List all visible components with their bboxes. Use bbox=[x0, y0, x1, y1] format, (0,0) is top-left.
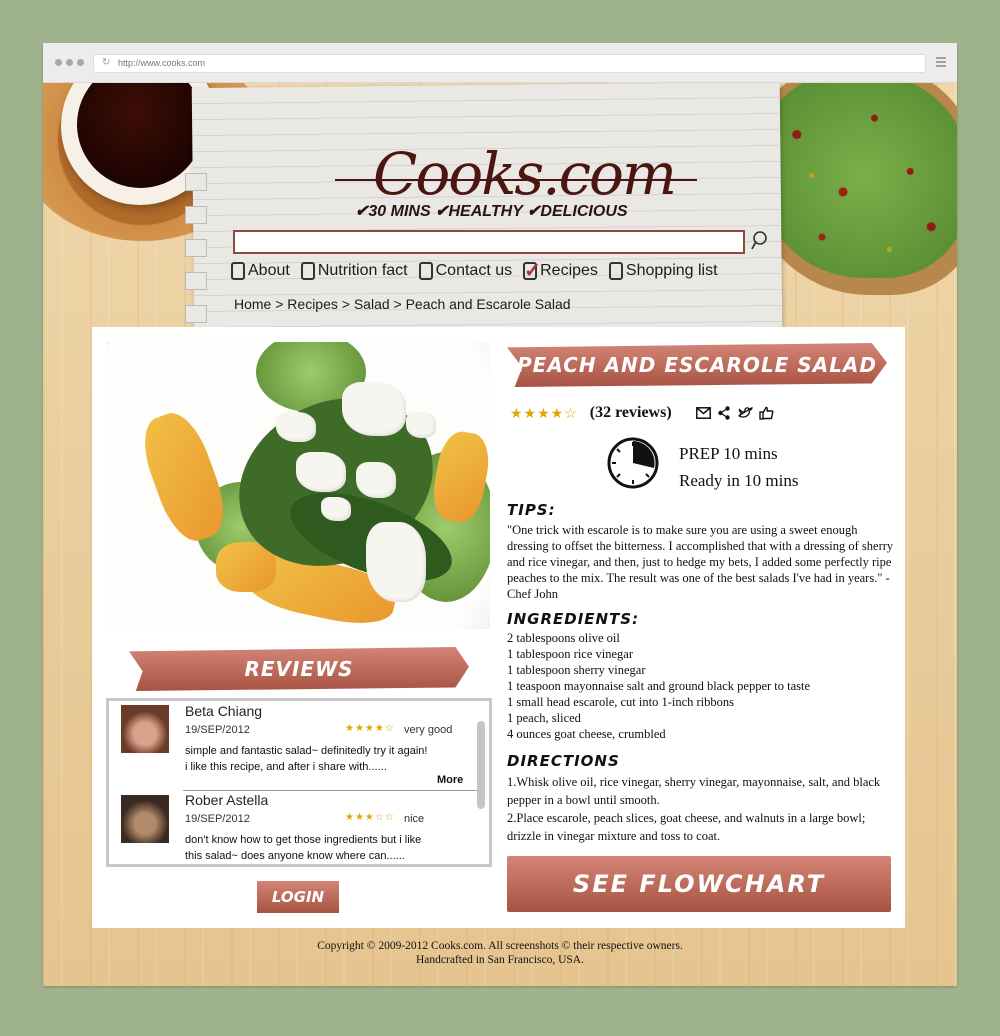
list-item: 1 tablespoon rice vinegar bbox=[507, 647, 633, 661]
search-input[interactable] bbox=[233, 230, 745, 254]
recipe-title: PEACH AND ESCAROLE SALAD bbox=[507, 343, 887, 387]
list-item: 1.Whisk olive oil, rice vinegar, sherry … bbox=[507, 775, 881, 807]
ingredients-list: 2 tablespoons olive oil 1 tablespoon ric… bbox=[507, 630, 887, 742]
review-count[interactable]: (32 reviews) bbox=[590, 404, 672, 422]
nav-about[interactable]: About bbox=[231, 262, 290, 280]
review-text-line: don't know how to get those ingredients … bbox=[185, 834, 422, 846]
browser-toolbar: ↻ http://www.cooks.com bbox=[43, 43, 957, 83]
twitter-bird-icon[interactable] bbox=[737, 406, 753, 421]
nav-about-label: About bbox=[248, 262, 290, 279]
review-verdict: nice bbox=[404, 813, 425, 825]
checkbox-icon bbox=[608, 262, 623, 280]
review-text-line: this salad~ does anyone know where can..… bbox=[185, 850, 405, 862]
site-page: Cooks.com ✔30 MINS ✔HEALTHY ✔DELICIOUS A… bbox=[43, 83, 957, 986]
main-nav: About Nutrition fact Contact us ✓ Recipe… bbox=[231, 260, 718, 282]
review-text: don't know how to get those ingredients … bbox=[185, 832, 475, 864]
nav-nutrition-label: Nutrition fact bbox=[317, 262, 408, 279]
list-item: 2.Place escarole, peach slices, goat che… bbox=[507, 811, 866, 843]
review-text-line: simple and fantastic salad~ definitedly … bbox=[185, 745, 428, 757]
ingredients-heading-text: INGREDIENTS bbox=[507, 610, 633, 628]
share-icons bbox=[695, 406, 774, 421]
review-author[interactable]: Beta Chiang bbox=[185, 703, 262, 719]
prep-time-label: PREP 10 mins bbox=[679, 444, 778, 463]
rating-row: ★★★★☆ (32 reviews) bbox=[510, 404, 774, 422]
avatar[interactable] bbox=[121, 705, 169, 753]
recipe-card: REVIEWS Beta Chiang 19/SEP/2012 ★★★★☆ ve… bbox=[92, 327, 905, 928]
review-divider bbox=[183, 790, 478, 791]
reviews-heading: REVIEWS bbox=[129, 647, 469, 691]
browser-menu-icon[interactable] bbox=[936, 57, 946, 67]
search-icon[interactable] bbox=[749, 229, 769, 253]
tips-text: "One trick with escarole is to make sure… bbox=[507, 523, 894, 601]
tips-heading: TIPS: bbox=[507, 501, 556, 519]
ready-time-label: Ready in 10 mins bbox=[679, 471, 799, 490]
review-text-line: i like this recipe, and after i share wi… bbox=[185, 761, 387, 773]
url-text[interactable]: http://www.cooks.com bbox=[118, 58, 205, 68]
checked-checkbox-icon: ✓ bbox=[523, 260, 541, 282]
reviews-scrollbar[interactable] bbox=[477, 721, 485, 809]
reload-icon[interactable]: ↻ bbox=[102, 57, 110, 68]
email-icon[interactable] bbox=[695, 406, 711, 421]
avatar[interactable] bbox=[121, 795, 169, 843]
site-tagline: ✔30 MINS ✔HEALTHY ✔DELICIOUS bbox=[355, 203, 628, 220]
breadcrumb[interactable]: Home > Recipes > Salad > Peach and Escar… bbox=[234, 296, 571, 312]
nav-contact-us[interactable]: Contact us bbox=[418, 262, 513, 280]
ingredients-heading: INGREDIENTS: bbox=[507, 610, 640, 628]
review-author[interactable]: Rober Astella bbox=[185, 792, 268, 808]
browser-window: ↻ http://www.cooks.com Cooks.com ✔30 MIN… bbox=[43, 43, 957, 986]
copyright-text: Copyright © 2009-2012 Cooks.com. All scr… bbox=[317, 940, 683, 952]
checkbox-icon bbox=[231, 262, 245, 280]
review-rating-stars: ★★★★☆ bbox=[345, 723, 395, 734]
list-item: 1 teaspoon mayonnaise salt and ground bl… bbox=[507, 679, 811, 693]
see-flowchart-button[interactable]: SEE FLOWCHART bbox=[507, 856, 891, 912]
nav-shopping-label: Shopping list bbox=[625, 262, 718, 279]
list-item: 2 tablespoons olive oil bbox=[507, 631, 620, 645]
directions-heading: DIRECTIONS bbox=[507, 752, 620, 770]
review-more-link[interactable]: More bbox=[437, 774, 463, 786]
review-date: 19/SEP/2012 bbox=[185, 813, 250, 825]
list-item: 1 peach, sliced bbox=[507, 711, 581, 725]
recipe-rating-stars[interactable]: ★★★★☆ bbox=[510, 405, 578, 422]
review-rating-stars: ★★★☆☆ bbox=[345, 812, 395, 823]
nav-nutrition-fact[interactable]: Nutrition fact bbox=[300, 262, 408, 280]
clock-icon bbox=[607, 437, 659, 489]
list-item: 1 tablespoon sherry vinegar bbox=[507, 663, 646, 677]
thumbs-up-icon[interactable] bbox=[758, 406, 774, 421]
address-bar[interactable]: ↻ http://www.cooks.com bbox=[93, 54, 926, 73]
list-item: 4 ounces goat cheese, crumbled bbox=[507, 727, 666, 741]
checkbox-icon bbox=[418, 262, 433, 280]
share-icon[interactable] bbox=[717, 406, 732, 421]
nav-recipes[interactable]: ✓ Recipes bbox=[523, 260, 598, 282]
credit-text: Handcrafted in San Francisco, USA. bbox=[416, 954, 584, 966]
recipe-photo bbox=[106, 342, 490, 629]
site-logo[interactable]: Cooks.com bbox=[373, 145, 677, 203]
checkbox-icon bbox=[300, 262, 315, 280]
logo-underline bbox=[335, 179, 697, 181]
paper-holes bbox=[185, 173, 211, 323]
list-item: 1 small head escarole, cut into 1-inch r… bbox=[507, 695, 735, 709]
nav-contact-label: Contact us bbox=[435, 262, 513, 279]
footer: Copyright © 2009-2012 Cooks.com. All scr… bbox=[43, 939, 957, 967]
directions-list: 1.Whisk olive oil, rice vinegar, sherry … bbox=[507, 773, 887, 845]
review-text: simple and fantastic salad~ definitedly … bbox=[185, 743, 475, 775]
prep-time: PREP 10 mins Ready in 10 mins bbox=[679, 440, 798, 494]
review-date: 19/SEP/2012 bbox=[185, 724, 250, 736]
login-button[interactable]: LOGIN bbox=[257, 881, 339, 913]
nav-shopping-list[interactable]: Shopping list bbox=[608, 262, 718, 280]
reviews-list: Beta Chiang 19/SEP/2012 ★★★★☆ very good … bbox=[106, 698, 492, 867]
window-controls[interactable] bbox=[55, 59, 84, 66]
tips-heading-text: TIPS bbox=[507, 501, 549, 519]
review-verdict: very good bbox=[404, 724, 453, 736]
nav-recipes-label: Recipes bbox=[540, 262, 598, 279]
